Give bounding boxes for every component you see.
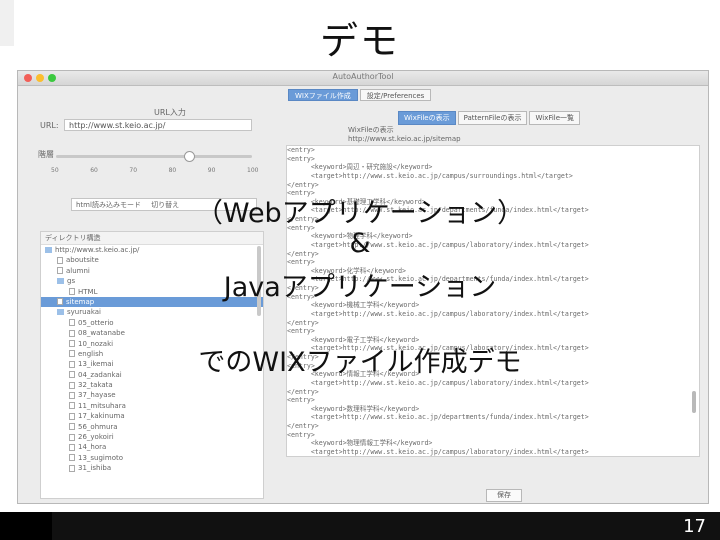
caption-line-1: （Webアプリケーション） [195,198,525,229]
xml-line: <target>http://www.st.keio.ac.jp/campus/… [287,309,589,318]
xml-line: <keyword>数理科学科</keyword> [287,404,420,413]
slider-tick-label: 70 [129,167,138,174]
slide-title: デモ [319,19,400,63]
file-icon [69,381,75,389]
tree-node-label: 56_ohmura [78,422,118,431]
file-icon [69,433,75,441]
file-icon [69,423,75,431]
tree-node-label: 14_hora [78,443,107,452]
xml-line: <entry> [287,146,315,154]
tab-wix-create[interactable]: WIXファイル作成 [288,89,358,101]
tab-preferences[interactable]: 設定/Preferences [359,89,432,101]
tree-node-label: 13_sugimoto [78,453,124,462]
slider-tick-label: 90 [207,167,216,174]
slide-footer: 17 [0,512,720,540]
xml-line: </entry> [287,387,319,396]
tab-patternfile-view[interactable]: PatternFileの表示 [457,111,528,125]
tree-node[interactable]: 08_watanabe [41,328,263,338]
page-number: 17 [683,516,706,537]
tree-node-label: 05_otterio [78,318,114,327]
tree-node[interactable]: 13_sugimoto [41,453,263,463]
tree-node-label: 08_watanabe [78,329,125,338]
tree-node[interactable]: 17_kakinuma [41,411,263,421]
tree-node[interactable]: 11_mitsuhara [41,401,263,411]
file-icon [69,391,75,399]
tree-node[interactable]: syuruakai [41,307,263,317]
footer-block [0,512,52,540]
slider-tick-label: 80 [168,167,177,174]
view-tabs: WixFileの表示 PatternFileの表示 WixFile一覧 [398,111,582,125]
file-icon [69,443,75,451]
main-tabs: WIXファイル作成 設定/Preferences [288,89,433,101]
slider-tick-label: 50 [51,167,59,174]
file-icon [69,464,75,472]
xml-line: </entry> [287,422,319,430]
tree-node-label: 37_hayase [78,391,116,400]
save-button[interactable]: 保存 [486,489,522,502]
tree-node-label: 17_kakinuma [78,412,125,421]
tab-wixfile-list[interactable]: WixFile一覧 [529,111,581,125]
tree-node[interactable]: 14_hora [41,442,263,452]
xml-line: <entry> [287,396,315,405]
xml-line: <target>http://www.st.keio.ac.jp/campus/… [287,171,573,180]
xml-line: <entry> [287,430,315,439]
tree-node[interactable]: 26_yokoiri [41,432,263,442]
window-titlebar: AutoAuthorTool [18,71,708,86]
depth-label: 階層 [38,150,54,159]
caption-line-4: でのWIXファイル作成デモ [198,347,522,378]
window-title: AutoAuthorTool [332,72,394,81]
url-label: URL: [40,121,59,130]
slider-tick-label: 100 [247,167,259,174]
xml-line: <keyword>物理情報工学科</keyword> [287,439,433,448]
xml-line: <entry> [287,327,315,336]
url-input[interactable]: http://www.st.keio.ac.jp/ [64,119,252,131]
tree-node-label: 11_mitsuhara [78,401,126,410]
file-icon [69,319,75,327]
xml-line: <target>http://www.st.keio.ac.jp/departm… [287,413,589,422]
xml-line: </entry> [287,457,699,458]
file-label: WixFileの表示 [348,126,394,134]
depth-slider-knob[interactable] [184,151,196,162]
tree-node-label: 31_ishiba [78,464,112,473]
xml-line: <target>http://www.st.keio.ac.jp/campus/… [287,447,589,456]
caption-line-3: Javaアプリケーション [223,272,497,303]
xml-line: </entry> [287,318,319,327]
file-icon [69,402,75,410]
xml-line: <target>http://www.st.keio.ac.jp/campus/… [287,378,589,387]
file-url: http://www.st.keio.ac.jp/sitemap [348,135,461,143]
caption-line-2: & [349,228,371,259]
folder-icon [57,309,64,316]
tree-node[interactable]: 32_takata [41,380,263,390]
xml-line: <keyword>周辺・研究施設</keyword> [287,163,433,172]
tree-node[interactable]: 56_ohmura [41,422,263,432]
tree-node[interactable]: 37_hayase [41,390,263,400]
xml-scrollbar[interactable] [692,391,696,413]
tab-wixfile-view[interactable]: WixFileの表示 [398,111,456,125]
file-icon [69,329,75,337]
tree-node-label: syuruakai [67,308,101,317]
tree-node-label: 32_takata [78,381,113,390]
depth-slider[interactable] [56,155,252,158]
tree-node[interactable]: 31_ishiba [41,463,263,473]
tree-node[interactable]: 05_otterio [41,318,263,328]
slider-tick-label: 60 [90,167,98,174]
file-icon [69,412,75,420]
tree-node-label: 26_yokoiri [78,433,114,442]
xml-line: <entry> [287,154,315,163]
xml-line: </entry> [287,180,319,189]
url-section-label: URL入力 [154,108,186,117]
file-icon [69,454,75,462]
